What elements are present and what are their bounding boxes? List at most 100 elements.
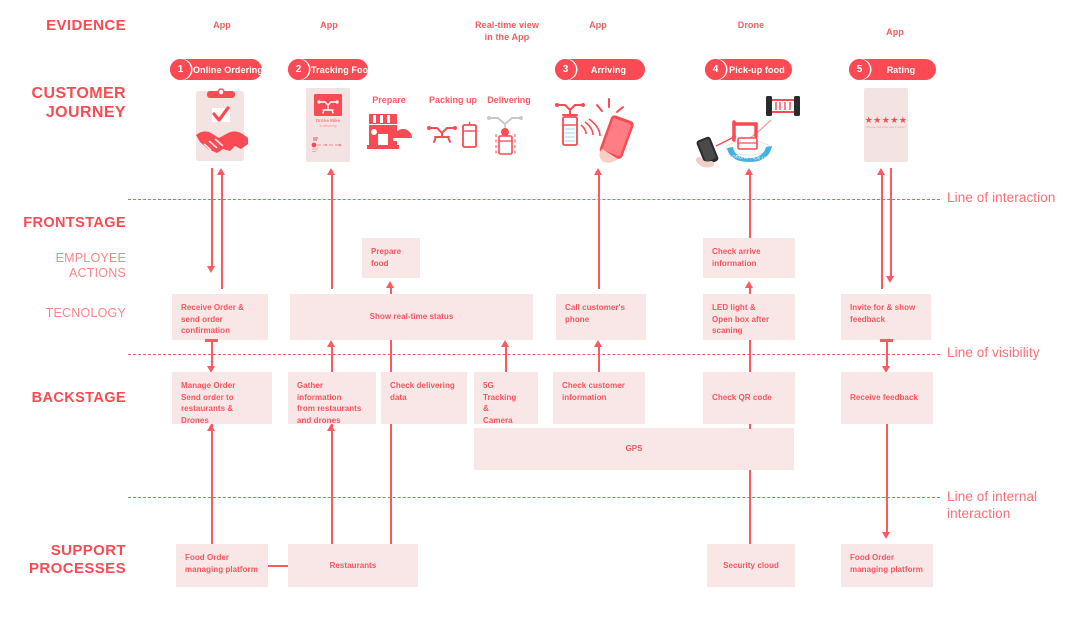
rail-label-employee-actions: EMPLOYEE ACTIONS — [55, 251, 126, 281]
connector-support1-arrowhead — [207, 424, 216, 431]
backstage-check-qr-code: Check QR code — [703, 372, 795, 424]
backstage-gps: GPS — [474, 428, 794, 470]
connector-stage1-down-arrowhead — [207, 266, 216, 273]
backstage-receive-feedback: Receive feedback — [841, 372, 933, 424]
connector-support2-line — [331, 424, 333, 544]
support-security-cloud: Security cloud — [707, 544, 795, 587]
journey-step-label-packing-up: Packing up — [428, 95, 477, 105]
connector-tech2-up-arrowhead — [327, 340, 336, 347]
connector-support4-line — [749, 470, 751, 544]
evidence-caption-2: App — [320, 20, 338, 30]
line-of-visibility-label: Line of visibility — [947, 345, 1040, 360]
connector-check-arrive-line — [749, 286, 751, 294]
connector-stage5-down-arrowhead — [886, 276, 895, 283]
evidence-caption-3: Real-time view in the App — [475, 20, 539, 43]
drone-package-icon — [427, 122, 477, 148]
stage-label: Online Ordering — [193, 64, 264, 75]
tracking-phone-subtitle: is delivering — [319, 124, 337, 128]
stage-label: Rating — [886, 64, 916, 75]
journey-step-label-delivering: Delivering — [487, 95, 531, 105]
backstage-gather-information: Gather information from restaurants and … — [288, 372, 376, 425]
connector-support1-line — [211, 424, 213, 544]
connector-tech7-down — [886, 340, 888, 368]
backstage-check-customer-information: Check customer information — [553, 372, 645, 424]
rating-caption: Please rate how was it done? — [866, 125, 906, 129]
journey-step-label-prepare: Prepare — [372, 95, 406, 105]
connector-qr-to-gps — [749, 424, 751, 429]
stage-number: 3 — [555, 59, 576, 80]
stage-number: 4 — [705, 59, 726, 80]
tracking-progress-bar — [311, 137, 342, 152]
connector-tech6-line — [749, 340, 751, 373]
rail-label-tecnology: TECNOLOGY — [45, 306, 126, 320]
rail-label-backstage: BACKSTAGE — [31, 390, 126, 406]
employee-action-prepare-food: Prepare food — [362, 238, 420, 278]
connector-stage5-up — [881, 175, 883, 289]
stage-label: Tracking Food — [311, 64, 374, 75]
restaurant-icon — [367, 114, 413, 149]
technology-led-light-open-box: LED light & Open box after scaning — [703, 294, 795, 340]
technology-call-customer-phone: Call customer's phone — [556, 294, 646, 340]
delivering-drone-icon — [487, 116, 523, 156]
connector-stage3-up-arrowhead — [594, 168, 603, 175]
stage-number: 2 — [288, 59, 309, 80]
connector-stage1-up-arrowhead — [217, 168, 226, 175]
connector-stage3-up — [598, 175, 600, 289]
stage-pill-rating[interactable]: 5 Rating — [849, 59, 936, 80]
connector-tech5-up — [598, 347, 600, 373]
connector-tech3-line — [390, 340, 392, 373]
stage-label: Pick-up food — [729, 64, 785, 75]
backstage-manage-order: Manage Order Send order to restaurants &… — [172, 372, 272, 425]
stage-number: 1 — [170, 59, 191, 80]
technology-receive-order: Receive Order & send order confirmation — [172, 294, 268, 340]
technology-show-realtime-status: Show real-time status — [290, 294, 533, 340]
line-of-internal-interaction — [128, 497, 940, 498]
pickup-food-station-icon: DRONE PICK UP — [696, 96, 800, 168]
rail-label-support-processes: SUPPORT PROCESSES — [29, 542, 126, 577]
drone-icon-tracking — [314, 94, 342, 116]
support-food-order-platform-left: Food Order managing platform — [176, 544, 268, 587]
connector-support5-line — [886, 424, 888, 532]
line-of-interaction — [128, 199, 940, 200]
stage-number: 5 — [849, 59, 870, 80]
rail-label-frontstage: FRONTSTAGE — [23, 215, 126, 231]
stage-pill-online-ordering[interactable]: 1 Online Ordering — [170, 59, 263, 80]
stage-label: Arriving — [590, 64, 627, 75]
connector-stage4-up-arrowhead — [745, 168, 754, 175]
connector-prepare-food-line — [390, 286, 392, 294]
connector-stage2-up — [331, 175, 333, 289]
arriving-drone-phone-icon — [555, 98, 634, 163]
connector-stage1-down — [211, 168, 213, 266]
connector-tech4-up — [505, 347, 507, 373]
support-restaurants: Restaurants — [288, 544, 418, 587]
rail-label-evidence: EVIDENCE — [46, 17, 126, 34]
support-food-order-platform-right: Food Order managing platform — [841, 544, 933, 587]
tracking-phone-title: Drone Mike — [315, 118, 341, 123]
rail-label-customer-journey: CUSTOMER JOURNEY — [31, 85, 126, 121]
evidence-caption-6: App — [886, 27, 904, 37]
connector-stage4-up — [749, 175, 751, 238]
connector-tech5-up-arrowhead — [594, 340, 603, 347]
connector-tech1-down — [211, 340, 213, 368]
line-of-visibility — [128, 354, 940, 355]
line-of-interaction-label: Line of interaction — [947, 190, 1056, 205]
employee-action-check-arrive-information: Check arrive information — [703, 238, 795, 278]
connector-tech4-up-arrowhead — [501, 340, 510, 347]
connector-platform-restaurants — [268, 565, 288, 567]
line-of-internal-interaction-label: Line of internal interaction — [947, 489, 1038, 521]
connector-support3-line — [390, 424, 392, 544]
backstage-check-delivering-data: Check delivering data — [381, 372, 467, 424]
connector-stage5-up-arrowhead — [877, 168, 886, 175]
evidence-caption-1: App — [213, 20, 231, 30]
connector-stage5-down — [890, 168, 892, 276]
stage-pill-tracking-food[interactable]: 2 Tracking Food — [288, 59, 374, 80]
evidence-caption-4: App — [589, 20, 607, 30]
connector-stage1-up — [221, 175, 223, 289]
connector-support2-arrowhead — [327, 424, 336, 431]
service-blueprint-canvas: EVIDENCE CUSTOMER JOURNEY FRONTSTAGE EMP… — [0, 0, 1080, 617]
connector-stage2-up-arrowhead — [327, 168, 336, 175]
connector-support5-arrowhead — [882, 532, 891, 539]
stage-pill-arriving[interactable]: 3 Arriving — [555, 59, 645, 80]
stage-pill-pickup-food[interactable]: 4 Pick-up food — [705, 59, 792, 80]
connector-tech2-up — [331, 347, 333, 373]
